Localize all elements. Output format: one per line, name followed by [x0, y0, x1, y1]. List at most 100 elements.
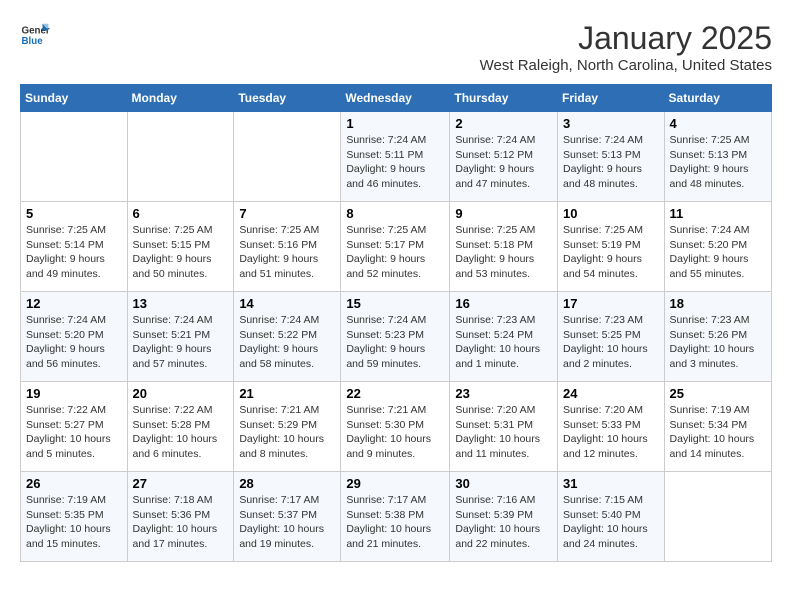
weekday-header: Wednesday [341, 85, 450, 112]
day-number: 11 [670, 206, 766, 221]
calendar-table: SundayMondayTuesdayWednesdayThursdayFrid… [20, 84, 772, 562]
day-number: 18 [670, 296, 766, 311]
calendar-cell: 17Sunrise: 7:23 AMSunset: 5:25 PMDayligh… [558, 292, 665, 382]
calendar-cell: 20 Sunrise: 7:22 AMSunset: 5:28 PMDayligh… [127, 382, 234, 472]
day-number: 28 [239, 476, 335, 491]
day-number: 29 [346, 476, 444, 491]
day-number: 23 [455, 386, 552, 401]
calendar-cell: 7 Sunrise: 7:25 AMSunset: 5:16 PMDaylight… [234, 202, 341, 292]
day-info: Sunrise: 7:21 AMSunset: 5:30 PMDaylight:… [346, 403, 444, 462]
day-number: 2 [455, 116, 552, 131]
calendar-cell: 24 Sunrise: 7:20 AMSunset: 5:33 PMDayligh… [558, 382, 665, 472]
calendar-week-row: 1 Sunrise: 7:24 AMSunset: 5:11 PMDaylight… [21, 112, 772, 202]
calendar-cell [127, 112, 234, 202]
calendar-cell: 6 Sunrise: 7:25 AMSunset: 5:15 PMDaylight… [127, 202, 234, 292]
calendar-cell: 26 Sunrise: 7:19 AMSunset: 5:35 PMDayligh… [21, 472, 128, 562]
day-info: Sunrise: 7:17 AMSunset: 5:37 PMDaylight:… [239, 493, 335, 552]
day-info: Sunrise: 7:25 AMSunset: 5:15 PMDaylight:… [133, 223, 229, 282]
day-number: 13 [133, 296, 229, 311]
day-info: Sunrise: 7:22 AMSunset: 5:28 PMDaylight:… [133, 403, 229, 462]
calendar-cell: 22Sunrise: 7:21 AMSunset: 5:30 PMDayligh… [341, 382, 450, 472]
calendar-cell: 9 Sunrise: 7:25 AMSunset: 5:18 PMDaylight… [450, 202, 558, 292]
day-info: Sunrise: 7:24 AMSunset: 5:23 PMDaylight:… [346, 313, 444, 372]
calendar-cell: 16Sunrise: 7:23 AMSunset: 5:24 PMDayligh… [450, 292, 558, 382]
day-info: Sunrise: 7:23 AMSunset: 5:26 PMDaylight:… [670, 313, 766, 372]
day-info: Sunrise: 7:20 AMSunset: 5:31 PMDaylight:… [455, 403, 552, 462]
day-info: Sunrise: 7:24 AMSunset: 5:11 PMDaylight:… [346, 133, 444, 192]
calendar-cell: 4Sunrise: 7:25 AMSunset: 5:13 PMDaylight… [664, 112, 771, 202]
day-number: 24 [563, 386, 659, 401]
day-info: Sunrise: 7:16 AMSunset: 5:39 PMDaylight:… [455, 493, 552, 552]
page-header: General Blue January 2025 West Raleigh, … [20, 20, 772, 74]
calendar-cell: 1 Sunrise: 7:24 AMSunset: 5:11 PMDaylight… [341, 112, 450, 202]
day-info: Sunrise: 7:22 AMSunset: 5:27 PMDaylight:… [26, 403, 122, 462]
day-number: 1 [346, 116, 444, 131]
calendar-week-row: 12Sunrise: 7:24 AMSunset: 5:20 PMDayligh… [21, 292, 772, 382]
weekday-header: Friday [558, 85, 665, 112]
calendar-cell: 8 Sunrise: 7:25 AMSunset: 5:17 PMDaylight… [341, 202, 450, 292]
day-number: 5 [26, 206, 122, 221]
day-info: Sunrise: 7:25 AMSunset: 5:18 PMDaylight:… [455, 223, 552, 282]
day-number: 20 [133, 386, 229, 401]
day-number: 27 [133, 476, 229, 491]
weekday-header: Thursday [450, 85, 558, 112]
day-number: 4 [670, 116, 766, 131]
month-title: January 2025 [480, 20, 772, 57]
day-number: 19 [26, 386, 122, 401]
header-row: SundayMondayTuesdayWednesdayThursdayFrid… [21, 85, 772, 112]
weekday-header: Monday [127, 85, 234, 112]
day-number: 30 [455, 476, 552, 491]
calendar-cell: 2Sunrise: 7:24 AMSunset: 5:12 PMDaylight… [450, 112, 558, 202]
logo: General Blue [20, 20, 50, 50]
calendar-cell: 15 Sunrise: 7:24 AMSunset: 5:23 PMDayligh… [341, 292, 450, 382]
calendar-cell: 28 Sunrise: 7:17 AMSunset: 5:37 PMDayligh… [234, 472, 341, 562]
calendar-cell: 3 Sunrise: 7:24 AMSunset: 5:13 PMDaylight… [558, 112, 665, 202]
day-number: 7 [239, 206, 335, 221]
day-info: Sunrise: 7:21 AMSunset: 5:29 PMDaylight:… [239, 403, 335, 462]
logo-icon: General Blue [20, 20, 50, 50]
day-number: 3 [563, 116, 659, 131]
day-number: 31 [563, 476, 659, 491]
calendar-cell: 23 Sunrise: 7:20 AMSunset: 5:31 PMDayligh… [450, 382, 558, 472]
day-info: Sunrise: 7:19 AMSunset: 5:34 PMDaylight:… [670, 403, 766, 462]
day-info: Sunrise: 7:18 AMSunset: 5:36 PMDaylight:… [133, 493, 229, 552]
day-number: 9 [455, 206, 552, 221]
calendar-cell: 11 Sunrise: 7:24 AMSunset: 5:20 PMDayligh… [664, 202, 771, 292]
calendar-week-row: 5 Sunrise: 7:25 AMSunset: 5:14 PMDaylight… [21, 202, 772, 292]
calendar-week-row: 19 Sunrise: 7:22 AMSunset: 5:27 PMDayligh… [21, 382, 772, 472]
title-block: January 2025 West Raleigh, North Carolin… [480, 20, 772, 74]
calendar-cell: 21 Sunrise: 7:21 AMSunset: 5:29 PMDayligh… [234, 382, 341, 472]
svg-text:Blue: Blue [22, 36, 44, 47]
calendar-cell: 30 Sunrise: 7:16 AMSunset: 5:39 PMDayligh… [450, 472, 558, 562]
day-number: 10 [563, 206, 659, 221]
day-info: Sunrise: 7:24 AMSunset: 5:22 PMDaylight:… [239, 313, 335, 372]
day-info: Sunrise: 7:24 AMSunset: 5:20 PMDaylight:… [26, 313, 122, 372]
calendar-cell: 13Sunrise: 7:24 AMSunset: 5:21 PMDayligh… [127, 292, 234, 382]
calendar-cell: 19 Sunrise: 7:22 AMSunset: 5:27 PMDayligh… [21, 382, 128, 472]
day-number: 15 [346, 296, 444, 311]
day-number: 14 [239, 296, 335, 311]
day-info: Sunrise: 7:19 AMSunset: 5:35 PMDaylight:… [26, 493, 122, 552]
calendar-cell: 10Sunrise: 7:25 AMSunset: 5:19 PMDayligh… [558, 202, 665, 292]
day-info: Sunrise: 7:20 AMSunset: 5:33 PMDaylight:… [563, 403, 659, 462]
day-number: 25 [670, 386, 766, 401]
calendar-cell: 5 Sunrise: 7:25 AMSunset: 5:14 PMDaylight… [21, 202, 128, 292]
day-number: 21 [239, 386, 335, 401]
calendar-cell [664, 472, 771, 562]
day-info: Sunrise: 7:24 AMSunset: 5:20 PMDaylight:… [670, 223, 766, 282]
day-info: Sunrise: 7:17 AMSunset: 5:38 PMDaylight:… [346, 493, 444, 552]
subtitle: West Raleigh, North Carolina, United Sta… [480, 57, 772, 74]
calendar-cell: 31Sunrise: 7:15 AMSunset: 5:40 PMDayligh… [558, 472, 665, 562]
day-number: 8 [346, 206, 444, 221]
day-number: 26 [26, 476, 122, 491]
calendar-cell [21, 112, 128, 202]
day-info: Sunrise: 7:24 AMSunset: 5:13 PMDaylight:… [563, 133, 659, 192]
weekday-header: Sunday [21, 85, 128, 112]
calendar-cell: 14 Sunrise: 7:24 AMSunset: 5:22 PMDayligh… [234, 292, 341, 382]
day-info: Sunrise: 7:25 AMSunset: 5:17 PMDaylight:… [346, 223, 444, 282]
day-info: Sunrise: 7:23 AMSunset: 5:24 PMDaylight:… [455, 313, 552, 372]
day-info: Sunrise: 7:25 AMSunset: 5:16 PMDaylight:… [239, 223, 335, 282]
day-number: 6 [133, 206, 229, 221]
weekday-header: Tuesday [234, 85, 341, 112]
day-info: Sunrise: 7:25 AMSunset: 5:14 PMDaylight:… [26, 223, 122, 282]
